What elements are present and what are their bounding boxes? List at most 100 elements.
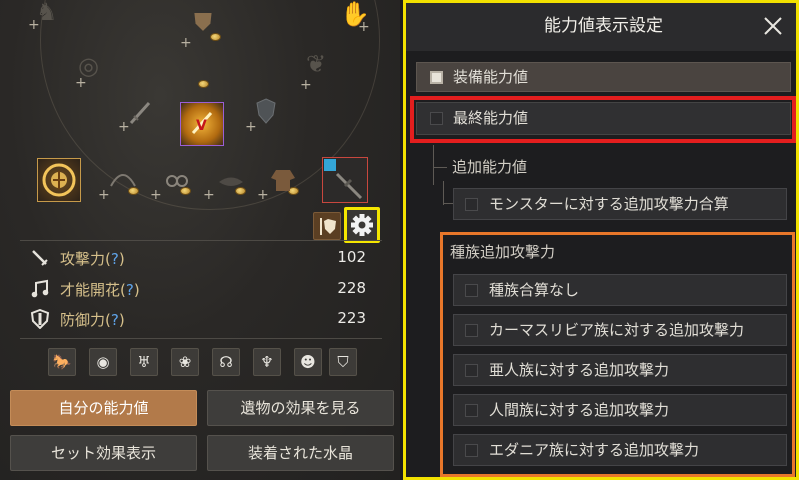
main-weapon-slot[interactable]: V (180, 102, 224, 146)
tree-line (443, 181, 444, 205)
coin-icon (235, 187, 246, 195)
mermaid-icon[interactable]: ☊ (212, 348, 240, 376)
earring-slot[interactable] (108, 168, 138, 188)
race-option[interactable]: 種族合算なし (453, 274, 787, 306)
help-link[interactable]: ? (111, 311, 119, 329)
plus-marker: + (180, 35, 192, 51)
gear-icon (351, 214, 373, 236)
help-link[interactable]: ? (126, 281, 134, 299)
svg-text:V: V (196, 118, 207, 134)
plus-marker: + (245, 119, 257, 135)
plus-marker: + (150, 187, 162, 203)
masked-face-icon[interactable]: ◉ (89, 348, 117, 376)
stat-label: 防御力(?) (60, 311, 125, 329)
final-stats-option[interactable]: 最終能力値 (416, 102, 791, 135)
shield-slot[interactable] (256, 98, 276, 124)
chest-armor-silhouette-icon: ⛊ (194, 8, 212, 36)
race-option-label: エダニア族に対する追加攻撃力 (489, 441, 700, 459)
stat-value: 223 (337, 309, 366, 327)
fairy-icon[interactable]: ♆ (253, 348, 281, 376)
awakening-weapon-icon (324, 159, 363, 200)
stat-value: 102 (337, 248, 366, 266)
face-slot[interactable] (218, 176, 244, 188)
race-option[interactable]: 人間族に対する追加攻撃力 (453, 394, 787, 426)
panel-header: 能力値表示設定 (406, 3, 796, 51)
race-option-label: 種族合算なし (489, 281, 580, 299)
equipped-crystal-button[interactable]: 装着された水晶 (207, 435, 394, 471)
race-option-checkbox[interactable] (465, 284, 478, 297)
race-option[interactable]: エダニア族に対する追加攻撃力 (453, 434, 787, 466)
ring-slot[interactable] (164, 174, 190, 188)
artifact-slot[interactable] (37, 158, 81, 202)
plus-marker: + (300, 77, 312, 93)
shield-silhouette-icon (256, 98, 276, 124)
coin-icon (198, 80, 209, 88)
monster-total-label: モンスターに対する追加攻撃力合算 (489, 195, 729, 213)
race-option-label: 人間族に対する追加攻撃力 (489, 401, 670, 419)
set-effect-button[interactable]: セット効果表示 (10, 435, 197, 471)
equip-stats-checkbox[interactable] (430, 71, 443, 84)
awakening-weapon-slot[interactable] (322, 157, 368, 203)
stat-row-attack: 攻撃力(?) 102 (30, 246, 370, 270)
final-stats-checkbox[interactable] (430, 112, 443, 125)
plus-marker: + (257, 187, 269, 203)
golden-emblem-icon (42, 163, 76, 197)
additional-stats-label: 追加能力値 (452, 158, 528, 176)
dagger-icon (129, 101, 151, 125)
help-link[interactable]: ? (111, 250, 119, 268)
plus-marker: + (358, 19, 370, 35)
plus-marker: + (28, 17, 40, 33)
music-note-icon (31, 279, 49, 298)
my-stats-button[interactable]: 自分の能力値 (10, 390, 197, 426)
stat-display-settings-panel: 能力値表示設定 装備能力値 最終能力値 追加能力値 モンスターに対する追加攻撃力… (403, 0, 799, 480)
race-option-checkbox[interactable] (465, 404, 478, 417)
equip-stats-option[interactable]: 装備能力値 (416, 62, 791, 92)
race-option-label: 亜人族に対する追加攻撃力 (489, 361, 670, 379)
rider-icon[interactable]: 🐎 (48, 348, 76, 376)
crest-toggle-button[interactable] (313, 212, 341, 240)
necklace-silhouette-icon: ❦ (306, 50, 327, 78)
ring-icon (166, 175, 188, 187)
race-option-checkbox[interactable] (465, 444, 478, 457)
coin-icon (210, 33, 221, 41)
plus-marker: + (203, 187, 215, 203)
race-option-label: カーマスリビア族に対する追加攻撃力 (489, 321, 745, 339)
relic-effect-button[interactable]: 遺物の効果を見る (207, 390, 394, 426)
costume-slot[interactable] (270, 168, 296, 192)
panel-title: 能力値表示設定 (544, 16, 663, 36)
shield-icon (30, 309, 50, 329)
settings-gear-button[interactable] (344, 207, 380, 243)
horned-mask-icon[interactable]: ♅ (130, 348, 158, 376)
tree-line (433, 145, 434, 185)
outfit-icon (271, 170, 295, 191)
shield-crest-icon[interactable]: ⛉ (329, 348, 357, 376)
final-stats-label: 最終能力値 (453, 109, 529, 127)
race-option[interactable]: 亜人族に対する追加攻撃力 (453, 354, 787, 386)
plus-marker: + (98, 187, 110, 203)
close-icon[interactable] (762, 15, 784, 37)
flame-weapon-icon: V (191, 111, 213, 135)
race-option[interactable]: カーマスリビア族に対する追加攻撃力 (453, 314, 787, 346)
stat-row-defense: 防御力(?) 223 (30, 307, 370, 331)
tree-line (443, 203, 453, 204)
bust-icon[interactable]: ☻ (294, 348, 322, 376)
lips-icon (219, 177, 243, 186)
sword-shield-icon (320, 218, 336, 235)
race-option-checkbox[interactable] (465, 324, 478, 337)
plus-marker: + (75, 75, 87, 91)
race-option-checkbox[interactable] (465, 364, 478, 377)
paw-icon[interactable]: ❀ (171, 348, 199, 376)
monster-total-checkbox[interactable] (465, 198, 478, 211)
coin-icon (128, 187, 139, 195)
race-attack-label: 種族追加攻撃力 (450, 243, 556, 261)
monster-total-option[interactable]: モンスターに対する追加攻撃力合算 (453, 188, 787, 220)
equipment-panel: ♞ ✋ ◎ ❦ ⛊ + + + + + + + + + + + V 攻撃力(?)… (0, 0, 400, 480)
stat-row-talent: 才能開花(?) 228 (30, 277, 370, 301)
earring-icon (110, 174, 136, 187)
coin-icon (180, 187, 191, 195)
equip-stats-label: 装備能力値 (453, 68, 529, 86)
stat-value: 228 (337, 279, 366, 297)
stats-divider (20, 240, 382, 241)
sub-weapon-slot[interactable] (128, 100, 152, 126)
categories-divider (20, 338, 382, 339)
